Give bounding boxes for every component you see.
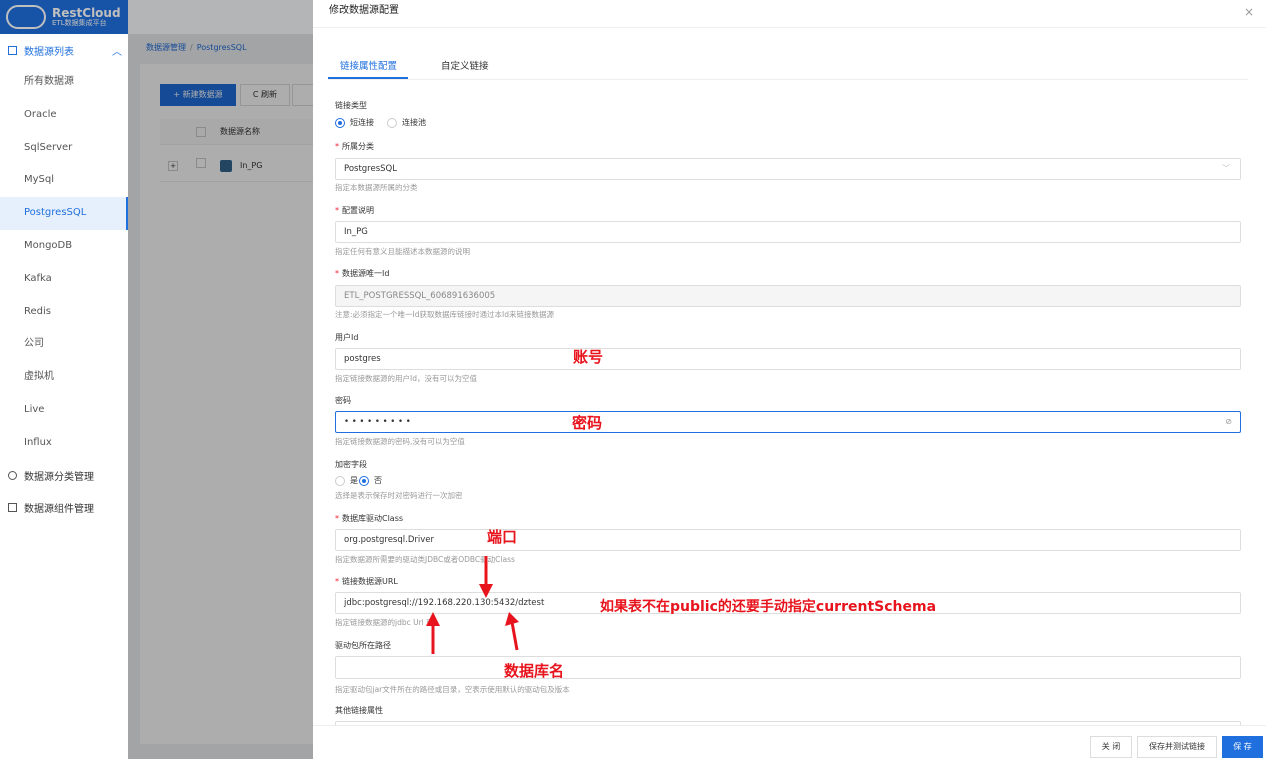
close-icon[interactable]: × — [1244, 5, 1254, 19]
sidebar-item[interactable]: Oracle — [0, 99, 128, 132]
unique-id-label: * 数据源唯一Id — [335, 269, 390, 278]
annotation-dbname: 数据库名 — [504, 662, 565, 680]
category-hint: 指定本数据源所属的分类 — [335, 183, 418, 192]
sidebar: RestCloud ETL数据集成平台 数据源列表 ︿ 所有数据源 Oracle S… — [0, 0, 128, 759]
drawer-title: 修改数据源配置 — [313, 0, 1266, 28]
password-label: 密码 — [335, 396, 351, 405]
driver-label: * 数据库驱动Class — [335, 514, 404, 523]
description-input[interactable]: In_PG — [335, 221, 1241, 243]
sidebar-item[interactable]: MySql — [0, 164, 128, 197]
radio-pool[interactable]: 连接池 — [387, 117, 426, 128]
drawer-footer: 关 闭 保存并测试链接 保 存 — [313, 725, 1266, 759]
description-hint: 指定任何有意义且能描述本数据源的说明 — [335, 247, 470, 256]
arrow-up-icon — [505, 612, 519, 651]
component-icon — [8, 503, 17, 513]
annotation-port: 端口 — [487, 528, 518, 546]
drawer-tabs: 链接属性配置 自定义链接 — [328, 48, 1248, 80]
sidebar-item[interactable]: Kafka — [0, 263, 128, 296]
radio-label: 短连接 — [350, 118, 374, 127]
annotation-schema-note: 如果表不在public的还要手动指定currentSchema — [600, 599, 937, 615]
url-label: * 链接数据源URL — [335, 577, 398, 586]
menu-group-label: 数据源组件管理 — [24, 504, 94, 516]
radio-label: 连接池 — [402, 118, 426, 127]
menu-group-category-manage[interactable]: 数据源分类管理 — [0, 460, 128, 492]
annotation-password: 密码 — [572, 414, 603, 432]
radio-encrypt-yes[interactable]: 是 — [335, 475, 358, 486]
mask-top — [0, 0, 313, 34]
radio-label: 否 — [374, 476, 382, 485]
radio-unchecked-icon — [387, 117, 397, 128]
category-label: * 所属分类 — [335, 142, 374, 151]
close-button[interactable]: 关 闭 — [1090, 736, 1132, 758]
user-id-input[interactable]: postgres — [335, 348, 1241, 370]
radio-encrypt-no[interactable]: 否 — [359, 475, 382, 486]
radio-checked-icon — [359, 475, 369, 486]
tab-ink-bar — [328, 77, 408, 79]
driver-class-input[interactable]: org.postgresql.Driver — [335, 529, 1241, 551]
save-and-test-button[interactable]: 保存并测试链接 — [1137, 736, 1217, 758]
password-hint: 指定链接数据源的密码,没有可以为空值 — [335, 437, 465, 446]
sidebar-item[interactable]: PostgresSQL — [0, 197, 128, 230]
radio-label: 是 — [350, 476, 358, 485]
sidebar-item[interactable]: 所有数据源 — [0, 66, 128, 99]
sidebar-item[interactable]: 公司 — [0, 328, 128, 361]
edit-datasource-drawer: 修改数据源配置 × 链接属性配置 自定义链接 链接类型 短连接 连接池 * 所属分… — [313, 0, 1266, 759]
unique-id-hint: 注意:必须指定一个唯一Id获取数据库链接时通过本Id来链接数据源 — [335, 310, 554, 319]
arrow-up-icon — [426, 612, 440, 654]
driver-path-label: 驱动包所在路径 — [335, 641, 391, 650]
url-hint: 指定链接数据源的jdbc Url 页 — [335, 618, 434, 627]
encrypt-label: 加密字段 — [335, 460, 367, 469]
menu-group-datasource-list[interactable]: 数据源列表 ︿ — [0, 34, 128, 66]
sidebar-item[interactable]: Live — [0, 394, 128, 427]
link-type-label: 链接类型 — [335, 101, 367, 110]
sidebar-item[interactable]: SqlServer — [0, 132, 128, 165]
annotation-account: 账号 — [573, 348, 604, 366]
tab-link-properties[interactable]: 链接属性配置 — [340, 58, 397, 72]
list-icon — [8, 45, 17, 55]
other-props-label: 其他链接属性 — [335, 706, 383, 715]
chevron-up-icon: ︿ — [112, 46, 122, 58]
gear-icon — [8, 471, 17, 481]
encrypt-hint: 选择是表示保存时对密码进行一次加密 — [335, 491, 463, 500]
eye-invisible-icon[interactable]: ⊘ — [1225, 412, 1232, 432]
radio-unchecked-icon — [335, 475, 345, 486]
sidebar-item[interactable]: MongoDB — [0, 230, 128, 263]
arrow-down-icon — [479, 556, 493, 598]
radio-short-connection[interactable]: 短连接 — [335, 117, 374, 128]
unique-id-input: ETL_POSTGRESSQL_606891636005 — [335, 285, 1241, 307]
sidebar-item[interactable]: Redis — [0, 296, 128, 329]
user-id-hint: 指定链接数据源的用户Id，没有可以为空值 — [335, 374, 477, 383]
mask[interactable] — [128, 34, 313, 759]
sidebar-item[interactable]: 虚拟机 — [0, 361, 128, 394]
category-select[interactable]: PostgresSQL ﹀ — [335, 158, 1241, 180]
menu-group-label: 数据源列表 — [24, 46, 74, 58]
menu-group-component-manage[interactable]: 数据源组件管理 — [0, 492, 128, 524]
password-input[interactable]: • • • • • • • • • ⊘ — [335, 411, 1241, 433]
radio-checked-icon — [335, 117, 345, 128]
description-label: * 配置说明 — [335, 206, 374, 215]
tab-custom-link[interactable]: 自定义链接 — [441, 58, 489, 72]
driver-path-hint: 指定驱动包jar文件所在的路径或目录，空表示使用默认的驱动包及版本 — [335, 685, 570, 694]
save-button[interactable]: 保 存 — [1222, 736, 1263, 758]
sidebar-item[interactable]: Influx — [0, 427, 128, 460]
menu-group-label: 数据源分类管理 — [24, 472, 94, 484]
chevron-down-icon: ﹀ — [1222, 164, 1230, 173]
user-id-label: 用户Id — [335, 333, 359, 342]
driver-path-textarea[interactable] — [335, 656, 1241, 679]
